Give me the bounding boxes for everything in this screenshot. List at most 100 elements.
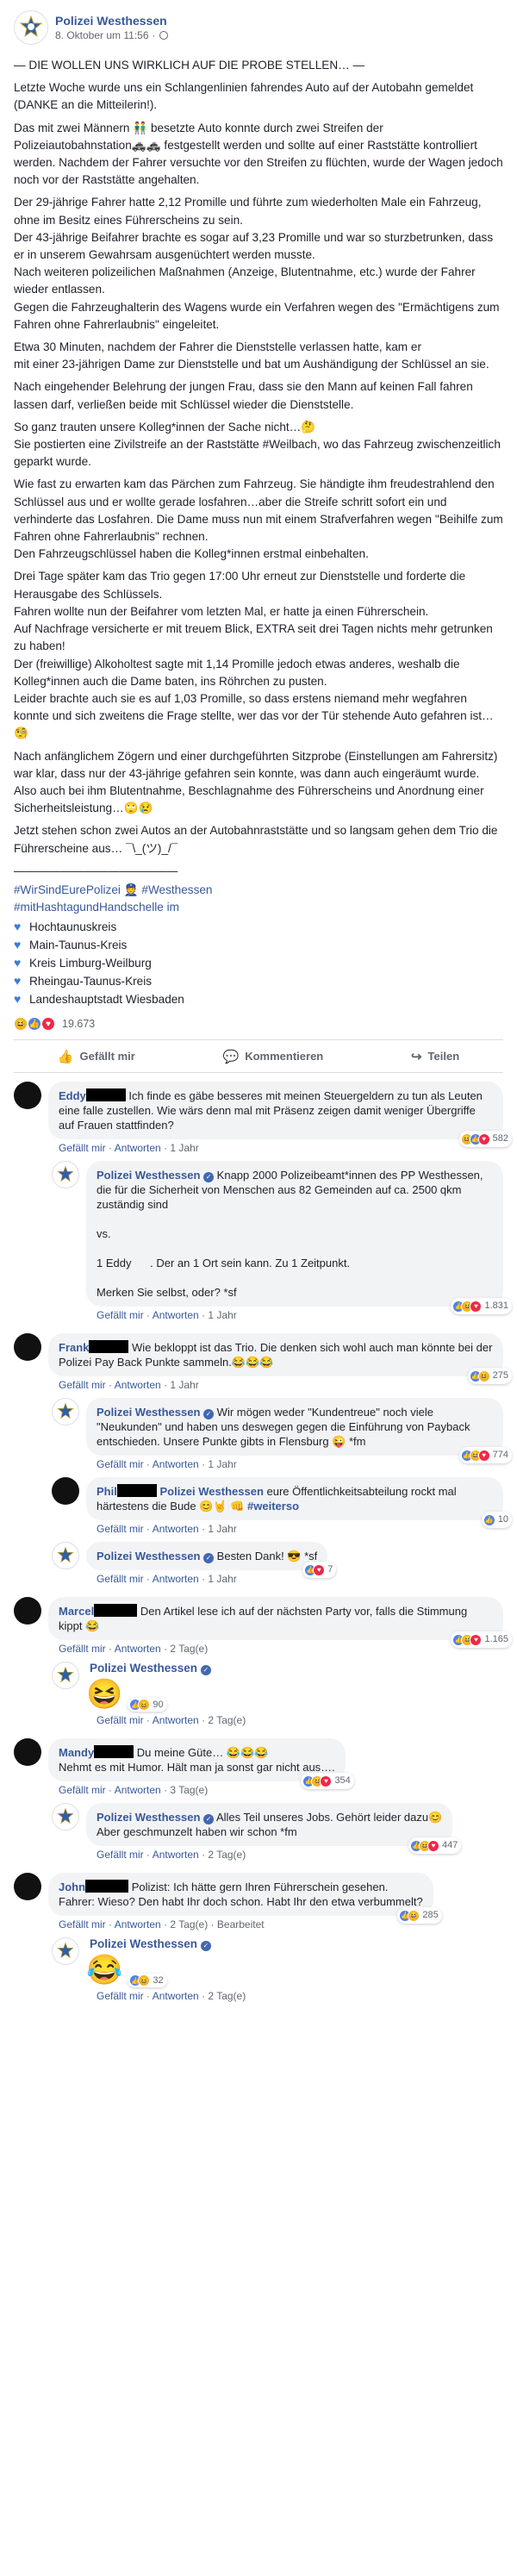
avatar[interactable] bbox=[52, 1398, 79, 1426]
avatar[interactable] bbox=[14, 1738, 41, 1767]
post-paragraph: Nach eingehender Belehrung der jungen Fr… bbox=[14, 380, 477, 411]
post-paragraph: Nach anfänglichem Zögern und einer durch… bbox=[14, 749, 498, 815]
avatar[interactable] bbox=[52, 1662, 79, 1690]
comment-reactions[interactable]: 👍 😆 285 bbox=[397, 1907, 442, 1924]
comment-actions: Gefällt mir · Antworten · 1 Jahr bbox=[97, 1573, 237, 1586]
post-timestamp[interactable]: 8. Oktober um 11:56 bbox=[55, 29, 149, 41]
district-item: ♥ Kreis Limburg-Weilburg bbox=[14, 954, 503, 972]
separator: · bbox=[152, 29, 156, 41]
verified-badge-icon: ✓ bbox=[203, 1172, 215, 1183]
comment: John Polizist: Ich hätte gern Ihren Führ… bbox=[14, 1873, 503, 1930]
comment-author[interactable]: John bbox=[59, 1881, 85, 1893]
comment-author[interactable]: Polizei Westhessen bbox=[97, 1169, 200, 1182]
comment-reactions[interactable]: 👍 ♥ 7 bbox=[302, 1562, 337, 1579]
comment-actions: Gefällt mir · Antworten · 2 Tag(e) bbox=[97, 1714, 246, 1727]
reactions-summary[interactable]: 😆 👍 ♥ 19.673 bbox=[14, 1017, 503, 1041]
comment-age[interactable]: 1 Jahr bbox=[170, 1142, 198, 1154]
share-button[interactable]: ↪ Teilen bbox=[411, 1049, 459, 1064]
comment-author[interactable]: Polizei Westhessen bbox=[97, 1406, 200, 1419]
comment-author[interactable]: Frank bbox=[59, 1341, 89, 1354]
speech-bubble-icon: 💬 bbox=[222, 1049, 240, 1064]
comment-bubble: Polizei Westhessen ✓ Besten Dank! 😎 *sf … bbox=[86, 1542, 337, 1579]
police-star-icon bbox=[57, 1666, 74, 1683]
comment-mention[interactable]: Polizei Westhessen bbox=[159, 1485, 263, 1498]
post-paragraph: Wie fast zu erwarten kam das Pärchen zum… bbox=[14, 477, 503, 561]
comment-author[interactable]: Polizei Westhessen bbox=[90, 1937, 197, 1950]
avatar[interactable] bbox=[52, 1477, 79, 1506]
avatar[interactable] bbox=[14, 1873, 41, 1901]
page-name[interactable]: Polizei Westhessen bbox=[55, 14, 168, 28]
avatar[interactable] bbox=[52, 1937, 79, 1966]
comment-reply-link[interactable]: Antworten bbox=[115, 1142, 161, 1154]
verified-badge-icon: ✓ bbox=[203, 1409, 215, 1420]
laughing-emoji-sticker: 😆 bbox=[86, 1678, 123, 1712]
comment-reactions[interactable]: 👍 😆 ♥ 1.831 bbox=[451, 1298, 512, 1315]
comment-author[interactable]: Marcel bbox=[59, 1605, 94, 1618]
post-paragraph: Drei Tage später kam das Trio gegen 17:0… bbox=[14, 570, 494, 740]
comment-author[interactable]: Eddy bbox=[59, 1089, 86, 1102]
comment-section: Eddy Ich finde es gäbe besseres mit mein… bbox=[0, 1073, 517, 2018]
district-item: ♥ Landeshauptstadt Wiesbaden bbox=[14, 990, 503, 1008]
post-paragraph: Der 29-jährige Fahrer hatte 2,12 Promill… bbox=[14, 196, 500, 331]
comment-reactions[interactable]: 👍 😆 ♥ 447 bbox=[408, 1837, 462, 1855]
tears-of-joy-emoji-sticker: 😂 bbox=[86, 1954, 123, 1987]
like-button[interactable]: 👍 Gefällt mir bbox=[58, 1049, 135, 1064]
comment-author[interactable]: Phil bbox=[97, 1485, 117, 1498]
police-star-icon bbox=[57, 1807, 74, 1824]
comment-reactions[interactable]: 👍 😆 90 bbox=[128, 1698, 167, 1712]
post: Polizei Westhessen 8. Oktober um 11:56 ·… bbox=[0, 0, 517, 1074]
comment-bubble: Mandy Du meine Güte… 😂😂😂 Nehmt es mit Hu… bbox=[48, 1738, 354, 1790]
comment-button[interactable]: 💬 Kommentieren bbox=[223, 1049, 324, 1064]
avatar[interactable] bbox=[52, 1161, 79, 1189]
post-hashtags[interactable]: #WirSindEurePolizei 👮 #Westhessen #mitHa… bbox=[14, 882, 503, 916]
page-avatar[interactable] bbox=[14, 10, 48, 45]
comment-like-link[interactable]: Gefällt mir bbox=[59, 1142, 106, 1154]
comment-reactions[interactable]: 👍 😆 ♥ 774 bbox=[458, 1447, 512, 1464]
comment-author[interactable]: Polizei Westhessen bbox=[97, 1550, 200, 1562]
blue-heart-icon: ♥ bbox=[14, 938, 22, 952]
redaction-bar bbox=[85, 1880, 129, 1893]
avatar[interactable] bbox=[14, 1333, 41, 1362]
post-paragraph: Etwa 30 Minuten, nachdem der Fahrer die … bbox=[14, 340, 489, 371]
comment-reactions[interactable]: 👍 😆 32 bbox=[128, 1974, 167, 1988]
comment-actions: Gefällt mir · Antworten · 1 Jahr bbox=[97, 1523, 237, 1536]
comment-author[interactable]: Polizei Westhessen bbox=[90, 1662, 197, 1675]
globe-icon bbox=[159, 31, 168, 40]
comment-bubble: Phil Polizei Westhessen eure Öffentlichk… bbox=[86, 1477, 512, 1529]
comment: Eddy Ich finde es gäbe besseres mit mein… bbox=[14, 1082, 512, 1154]
comment-reactions[interactable]: 😆 👍 ♥ 582 bbox=[458, 1131, 512, 1148]
comment-text: Besten Dank! 😎 *sf bbox=[216, 1550, 318, 1563]
comment-reactions[interactable]: 👍 😆 ♥ 1.165 bbox=[451, 1631, 512, 1649]
comment: Frank Wie bekloppt ist das Trio. Die den… bbox=[14, 1333, 512, 1392]
edited-label[interactable]: Bearbeitet bbox=[217, 1918, 265, 1930]
comment-hashtag[interactable]: #weiterso bbox=[247, 1500, 299, 1513]
reaction-count[interactable]: 19.673 bbox=[62, 1018, 95, 1030]
redaction-bar bbox=[94, 1604, 138, 1618]
action-bar: 👍 Gefällt mir 💬 Kommentieren ↪ Teilen bbox=[14, 1040, 503, 1074]
comment-reply: Polizei Westhessen ✓ Knapp 2000 Polizeib… bbox=[52, 1161, 512, 1321]
comment-author[interactable]: Mandy bbox=[59, 1746, 94, 1759]
comment-reactions[interactable]: 👍 😆 275 bbox=[467, 1368, 512, 1385]
comment: Mandy Du meine Güte… 😂😂😂 Nehmt es mit Hu… bbox=[14, 1738, 503, 1796]
post-body: — DIE WOLLEN UNS WIRKLICH AUF DIE PROBE … bbox=[14, 57, 503, 1008]
verified-badge-icon: ✓ bbox=[200, 1941, 211, 1952]
comment-actions: Gefällt mir · Antworten · 1 Jahr bbox=[59, 1379, 199, 1392]
comment-author[interactable]: Polizei Westhessen bbox=[97, 1811, 200, 1824]
comment-bubble: Eddy Ich finde es gäbe besseres mit mein… bbox=[48, 1082, 512, 1148]
comment-bubble: Marcel Den Artikel lese ich auf der näch… bbox=[48, 1597, 512, 1649]
avatar[interactable] bbox=[52, 1542, 79, 1570]
comment-reactions[interactable]: 👍 10 bbox=[481, 1512, 512, 1529]
comment-reply: Polizei Westhessen ✓ Alles Teil unseres … bbox=[52, 1803, 503, 1861]
comment-sticker: 😆 👍 😆 90 bbox=[86, 1675, 503, 1712]
haha-reaction-icon: 😆 bbox=[14, 1017, 28, 1032]
comment-reactions[interactable]: 👍 😆 ♥ 354 bbox=[301, 1773, 354, 1790]
post-paragraph: Das mit zwei Männern 👬 besetzte Auto kon… bbox=[14, 121, 507, 187]
avatar[interactable] bbox=[14, 1597, 41, 1625]
comment-bubble: Polizei Westhessen ✓ Knapp 2000 Polizeib… bbox=[86, 1161, 512, 1315]
blue-heart-icon: ♥ bbox=[14, 974, 22, 989]
comment-sticker: 😂 👍 😆 32 bbox=[86, 1951, 503, 1988]
avatar[interactable] bbox=[52, 1803, 79, 1831]
comment-actions: Gefällt mir · Antworten · 1 Jahr bbox=[97, 1458, 237, 1471]
post-divider: —————————————— bbox=[14, 864, 178, 877]
avatar[interactable] bbox=[14, 1082, 41, 1110]
